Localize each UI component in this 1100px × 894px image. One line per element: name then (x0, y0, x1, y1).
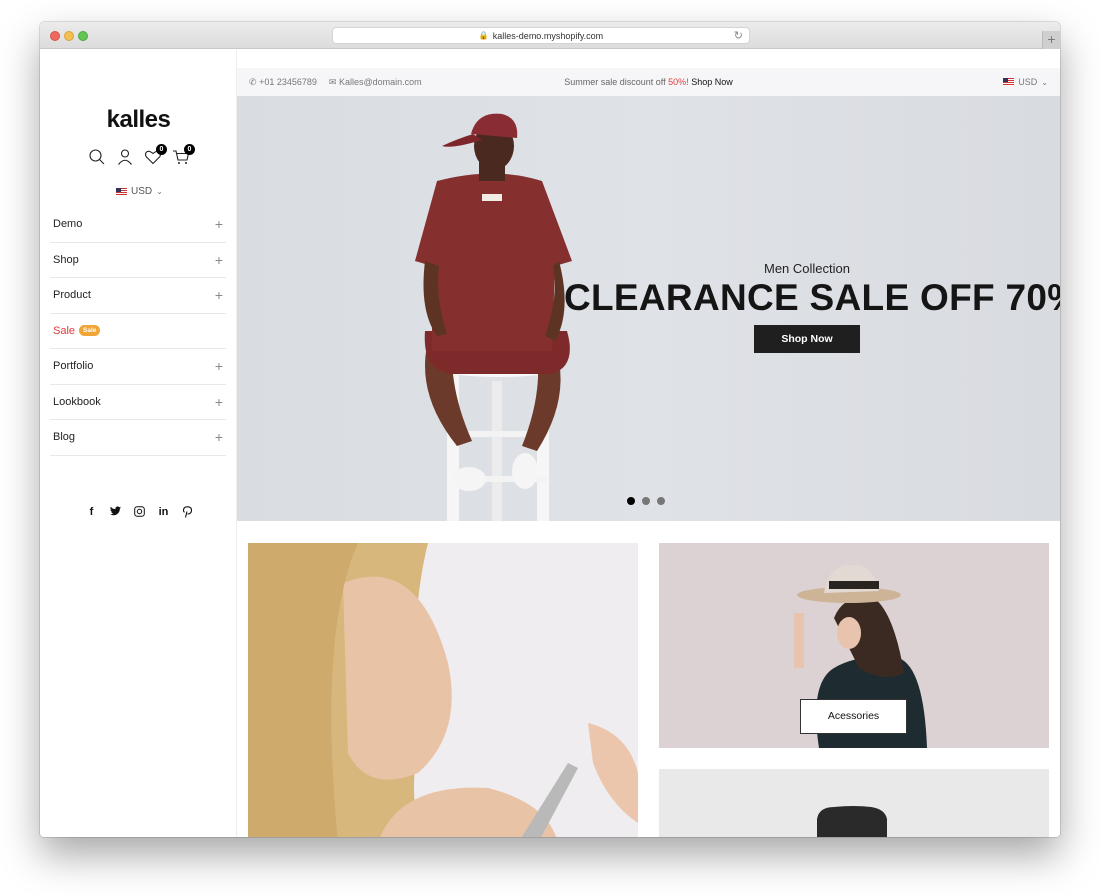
plus-icon[interactable]: + (215, 394, 223, 410)
us-flag-icon (1003, 78, 1015, 86)
hero-subtitle: Men Collection (764, 261, 850, 276)
social-links: f in (86, 506, 193, 521)
slider-dot-3[interactable] (657, 497, 665, 505)
lock-icon: 🔒 (478, 31, 489, 40)
accessories-button[interactable]: Acessories (800, 699, 907, 734)
plus-icon[interactable]: + (215, 358, 223, 374)
main-content: ✆ +01 23456789 ✉ Kalles@domain.com Summe… (237, 50, 1060, 837)
plus-icon[interactable]: + (215, 216, 223, 232)
plus-icon[interactable]: + (215, 287, 223, 303)
facebook-icon[interactable]: f (86, 506, 97, 521)
sidebar-item-portfolio[interactable]: Portfolio + (50, 349, 226, 385)
plus-icon[interactable]: + (215, 252, 223, 268)
chevron-down-icon: ⌄ (1041, 77, 1048, 87)
site-logo[interactable]: kalles (40, 106, 237, 134)
new-tab-button[interactable]: + (1042, 31, 1060, 49)
sidebar-item-label: Lookbook (53, 395, 101, 408)
sidebar-item-product[interactable]: Product + (50, 278, 226, 314)
sidebar-item-label: Product (53, 289, 91, 302)
hero-slider: Men Collection CLEARANCE SALE OFF 70% Sh… (237, 96, 1060, 521)
minimize-window-button[interactable] (64, 31, 74, 41)
currency-label: USD (1018, 77, 1038, 87)
sidebar-item-label: Demo (53, 218, 83, 231)
browser-window: 🔒 kalles-demo.myshopify.com ↻ + kalles 0… (40, 22, 1060, 837)
sale-label-group: Sale Sale (53, 324, 101, 337)
hero-title: CLEARANCE SALE OFF 70% (564, 277, 1060, 318)
woman-portrait-image (248, 543, 638, 837)
women-banner-image[interactable] (248, 543, 638, 837)
close-window-button[interactable] (50, 31, 60, 41)
currency-selector[interactable]: USD ⌄ (116, 186, 163, 197)
plus-icon[interactable]: + (215, 429, 223, 445)
wishlist-count: 0 (156, 144, 167, 155)
sidebar-item-sale[interactable]: Sale Sale (50, 314, 226, 349)
slider-pagination (627, 497, 665, 505)
wishlist-icon[interactable]: 0 (144, 144, 167, 166)
accessories-banner[interactable]: Acessories (659, 543, 1049, 748)
chevron-down-icon: ⌄ (156, 187, 163, 196)
sidebar-item-blog[interactable]: Blog + (50, 420, 226, 456)
maximize-window-button[interactable] (78, 31, 88, 41)
sidebar-item-label: Sale (53, 324, 76, 337)
promo-percent: 50%! (668, 77, 689, 87)
promo-shop-now-link[interactable]: Shop Now (691, 77, 733, 87)
sidebar-item-lookbook[interactable]: Lookbook + (50, 385, 226, 420)
instagram-icon[interactable] (134, 506, 145, 521)
slider-dot-2[interactable] (642, 497, 650, 505)
browser-titlebar: 🔒 kalles-demo.myshopify.com ↻ + (40, 22, 1060, 49)
topbar-currency-selector[interactable]: USD ⌄ (1003, 77, 1048, 87)
sidebar-item-shop[interactable]: Shop + (50, 243, 226, 278)
address-bar[interactable]: 🔒 kalles-demo.myshopify.com ↻ (332, 27, 750, 44)
hero-shop-now-button[interactable]: Shop Now (754, 325, 860, 353)
product-image (817, 806, 887, 837)
sidebar-item-demo[interactable]: Demo + (50, 207, 226, 243)
sidebar-item-label: Portfolio (53, 360, 94, 373)
account-icon[interactable] (116, 148, 134, 166)
top-announcement-bar: ✆ +01 23456789 ✉ Kalles@domain.com Summe… (237, 68, 1060, 96)
sidebar-item-label: Shop (53, 253, 79, 266)
linkedin-icon[interactable]: in (158, 506, 169, 521)
cart-count: 0 (184, 144, 195, 155)
us-flag-icon (116, 187, 127, 196)
promo-text: Summer sale discount off (564, 77, 669, 87)
promo-message: Summer sale discount off 50%! Shop Now (237, 77, 1060, 87)
twitter-icon[interactable] (110, 506, 121, 521)
pinterest-icon[interactable] (182, 506, 193, 521)
sidebar: kalles 0 0 USD ⌄ Demo + Shop + Product +… (40, 50, 237, 837)
cart-icon[interactable]: 0 (172, 144, 195, 166)
sidebar-item-label: Blog (53, 431, 76, 444)
currency-label: USD (131, 186, 153, 197)
product-banner[interactable] (659, 769, 1049, 837)
sale-badge: Sale (79, 325, 101, 337)
sidebar-nav: Demo + Shop + Product + Sale Sale Portfo… (50, 207, 226, 456)
search-icon[interactable] (88, 148, 106, 166)
reload-icon[interactable]: ↻ (734, 29, 743, 42)
slider-dot-1[interactable] (627, 497, 635, 505)
header-icons: 0 0 (88, 144, 195, 166)
hero-text-block: Men Collection CLEARANCE SALE OFF 70% Sh… (564, 261, 1060, 353)
url-text: kalles-demo.myshopify.com (492, 30, 604, 41)
